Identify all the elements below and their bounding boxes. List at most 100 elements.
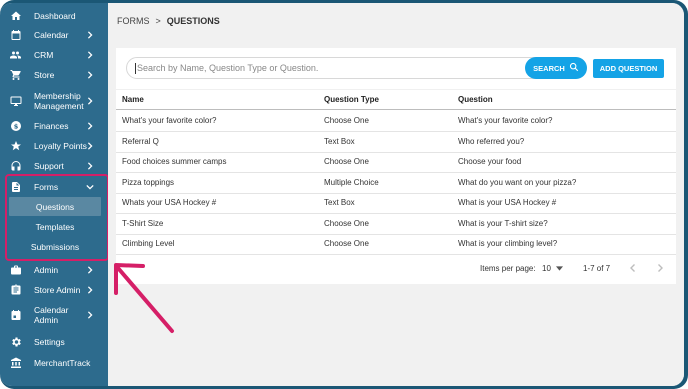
cell-name: What's your favorite color? [122,116,217,126]
sidebar-item-label: Finances [34,121,69,131]
cell-name: Referral Q [122,137,159,147]
add-question-button[interactable]: ADD QUESTION [593,59,664,78]
sidebar-item-label: Dashboard [34,11,76,21]
sidebar-item-settings[interactable]: Settings [0,334,108,350]
star-icon [9,140,22,153]
search-button[interactable]: SEARCH [525,57,587,79]
calendar-admin-icon [9,309,22,322]
chevron-right-icon [86,142,94,150]
text-caret [135,62,136,74]
sidebar-item-label: Settings [34,337,65,347]
cell-question-type: Choose One [324,219,369,229]
chevron-right-icon [86,51,94,59]
chevron-right-icon [86,286,94,294]
sidebar-item-label: Store [34,70,55,80]
cell-question-type: Choose One [324,116,369,126]
chevron-right-icon [86,311,94,319]
table-header: Name Question Type Question [116,89,676,110]
chevron-right-icon [86,266,94,274]
breadcrumb-current: QUESTIONS [166,16,220,26]
gear-icon [9,336,22,349]
sidebar-item-membership-management[interactable]: Membership Management [0,89,108,113]
sidebar-item-label: CRM [34,50,54,60]
search-icon [569,62,579,74]
sidebar-item-loyalty-points[interactable]: Loyalty Points [0,138,108,154]
cart-icon [9,69,22,82]
items-per-page-label: Items per page: [480,264,536,273]
table-row[interactable]: What's your favorite color? Choose One W… [116,111,676,132]
bank-icon [9,357,22,370]
sidebar-item-label: Membership Management [34,91,84,111]
cell-name: Food choices summer camps [122,157,227,167]
cell-question: What's your favorite color? [458,116,553,126]
items-per-page-value: 10 [542,264,551,273]
main-content: FORMS > QUESTIONS Search by Name, Questi… [108,3,684,386]
search-input[interactable]: Search by Name, Question Type or Questio… [126,57,566,79]
cell-name: T-Shirt Size [122,219,164,229]
headset-icon [9,160,22,173]
caret-down-icon [555,264,563,273]
breadcrumb-parent[interactable]: FORMS [117,16,150,26]
table-row[interactable]: Pizza toppings Multiple Choice What do y… [116,173,676,194]
cell-question-type: Choose One [324,157,369,167]
cell-question: What is your climbing level? [458,239,558,249]
table-row[interactable]: Referral Q Text Box Who referred you? [116,132,676,153]
search-placeholder: Search by Name, Question Type or Questio… [137,63,319,73]
sidebar-item-dashboard[interactable]: Dashboard [0,8,108,24]
column-header-question-type[interactable]: Question Type [324,90,379,109]
previous-page-button[interactable] [627,262,639,274]
breadcrumb-separator: > [155,16,161,26]
chevron-right-icon [86,31,94,39]
chevron-right-icon [86,162,94,170]
table-row[interactable]: Whats your USA Hockey # Text Box What is… [116,193,676,214]
sidebar-item-label: Support [34,161,64,171]
cell-question-type: Multiple Choice [324,178,379,188]
clipboard-icon [9,284,22,297]
sidebar-item-support[interactable]: Support [0,158,108,174]
calendar-icon [9,29,22,42]
sidebar-item-finances[interactable]: $ Finances [0,118,108,134]
search-button-label: SEARCH [533,63,565,73]
sidebar-item-store-admin[interactable]: Store Admin [0,282,108,298]
sidebar-item-label: Loyalty Points [34,141,87,151]
cell-name: Whats your USA Hockey # [122,198,217,208]
sidebar-item-label: MerchantTrack [34,358,91,368]
table-row[interactable]: Climbing Level Choose One What is your c… [116,234,676,255]
sidebar-item-calendar[interactable]: Calendar [0,27,108,43]
cell-question-type: Choose One [324,239,369,249]
app-frame: Dashboard Calendar CRM Store Membership … [0,0,688,389]
cell-name: Climbing Level [122,239,175,249]
column-header-question[interactable]: Question [458,90,493,109]
sidebar-item-crm[interactable]: CRM [0,47,108,63]
cell-question: Choose your food [458,157,522,167]
cell-question-type: Text Box [324,137,355,147]
cell-question: What is your T-shirt size? [458,219,548,229]
chevron-right-icon [86,97,94,105]
briefcase-icon [9,264,22,277]
sidebar-item-calendar-admin[interactable]: Calendar Admin [0,303,108,327]
svg-text:$: $ [13,122,18,130]
chevron-right-icon [86,71,94,79]
sidebar-item-merchanttrack[interactable]: MerchantTrack [0,355,108,371]
sidebar-item-label: Admin [34,265,59,275]
sidebar-item-label: Calendar Admin [34,305,69,325]
app-window: Dashboard Calendar CRM Store Membership … [0,3,684,386]
chevron-right-icon [86,122,94,130]
table-row[interactable]: T-Shirt Size Choose One What is your T-s… [116,214,676,235]
questions-card: Search by Name, Question Type or Questio… [116,48,676,284]
sidebar-item-label: Store Admin [34,285,81,295]
cell-question: What do you want on your pizza? [458,178,577,188]
sidebar-item-admin[interactable]: Admin [0,262,108,278]
table-row[interactable]: Food choices summer camps Choose One Cho… [116,152,676,173]
items-per-page-select[interactable]: 10 [542,264,563,273]
cell-question: What is your USA Hockey # [458,198,557,208]
sidebar-item-store[interactable]: Store [0,67,108,83]
cell-question: Who referred you? [458,137,525,147]
page-range: 1-7 of 7 [583,264,611,273]
cell-name: Pizza toppings [122,178,175,188]
column-header-name[interactable]: Name [122,90,144,109]
sidebar: Dashboard Calendar CRM Store Membership … [0,3,109,386]
monitor-icon [9,95,22,108]
next-page-button[interactable] [654,262,666,274]
people-icon [9,49,22,62]
